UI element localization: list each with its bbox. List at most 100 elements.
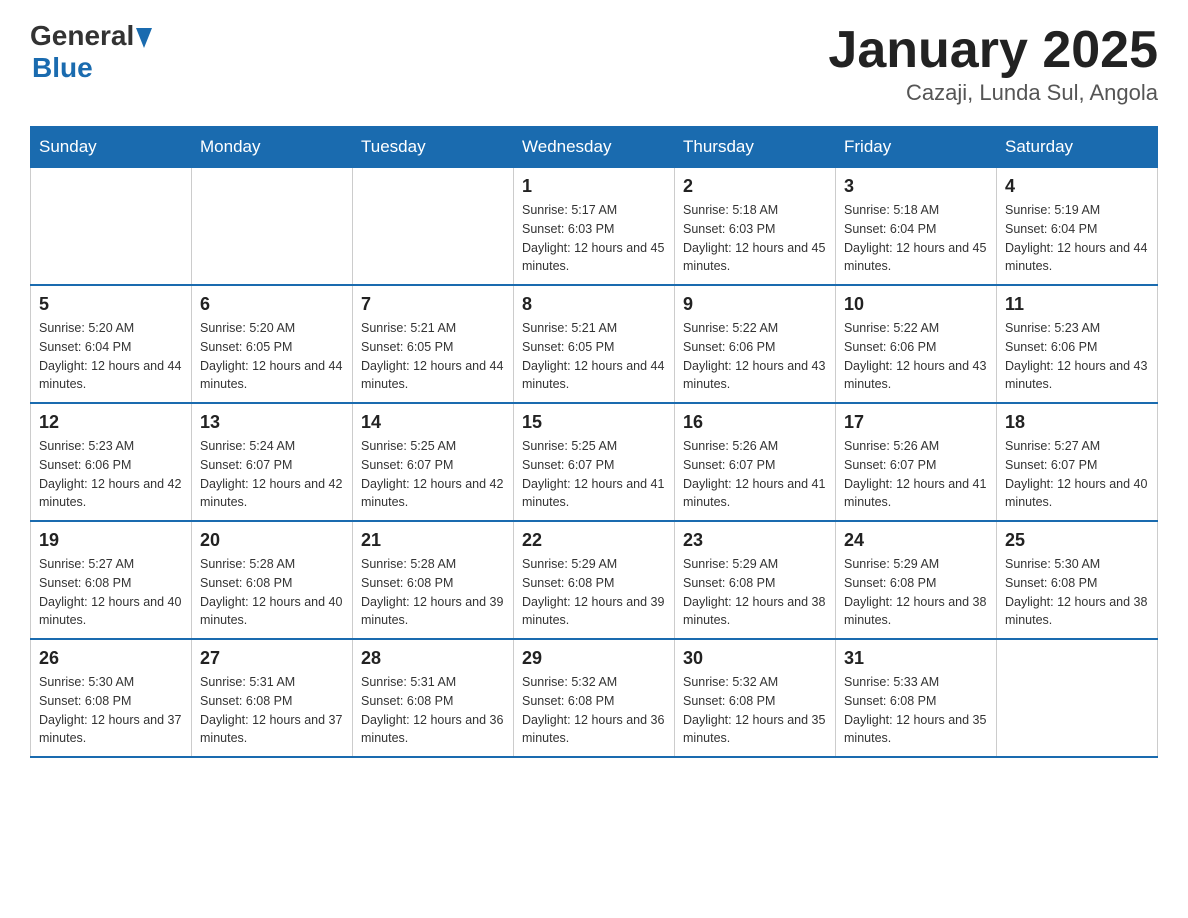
title-block: January 2025 Cazaji, Lunda Sul, Angola [828, 20, 1158, 106]
logo-triangle-icon [136, 28, 152, 48]
day-number: 11 [1005, 294, 1149, 315]
day-number: 15 [522, 412, 666, 433]
day-info: Sunrise: 5:27 AM Sunset: 6:08 PM Dayligh… [39, 555, 183, 630]
day-number: 28 [361, 648, 505, 669]
day-info: Sunrise: 5:29 AM Sunset: 6:08 PM Dayligh… [683, 555, 827, 630]
calendar-cell: 6Sunrise: 5:20 AM Sunset: 6:05 PM Daylig… [192, 285, 353, 403]
calendar-table: Sunday Monday Tuesday Wednesday Thursday… [30, 126, 1158, 758]
day-info: Sunrise: 5:17 AM Sunset: 6:03 PM Dayligh… [522, 201, 666, 276]
calendar-cell [997, 639, 1158, 757]
calendar-week-5: 26Sunrise: 5:30 AM Sunset: 6:08 PM Dayli… [31, 639, 1158, 757]
day-number: 31 [844, 648, 988, 669]
calendar-cell: 2 Sunrise: 5:18 AM Sunset: 6:03 PM Daylig… [675, 168, 836, 286]
calendar-cell: 9Sunrise: 5:22 AM Sunset: 6:06 PM Daylig… [675, 285, 836, 403]
day-info: Sunrise: 5:32 AM Sunset: 6:08 PM Dayligh… [683, 673, 827, 748]
calendar-cell: 26Sunrise: 5:30 AM Sunset: 6:08 PM Dayli… [31, 639, 192, 757]
day-number: 30 [683, 648, 827, 669]
day-info: Sunrise: 5:28 AM Sunset: 6:08 PM Dayligh… [361, 555, 505, 630]
day-number: 27 [200, 648, 344, 669]
day-info: Sunrise: 5:21 AM Sunset: 6:05 PM Dayligh… [361, 319, 505, 394]
day-number: 2 [683, 176, 827, 197]
calendar-cell: 24 Sunrise: 5:29 AM Sunset: 6:08 PM Dayli… [836, 521, 997, 639]
day-info: Sunrise: 5:18 AM Sunset: 6:03 PM Dayligh… [683, 201, 827, 276]
col-sunday: Sunday [31, 127, 192, 168]
calendar-cell [31, 168, 192, 286]
calendar-cell: 16 Sunrise: 5:26 AM Sunset: 6:07 PM Dayli… [675, 403, 836, 521]
day-number: 19 [39, 530, 183, 551]
calendar-cell: 19 Sunrise: 5:27 AM Sunset: 6:08 PM Dayli… [31, 521, 192, 639]
calendar-cell: 23 Sunrise: 5:29 AM Sunset: 6:08 PM Dayli… [675, 521, 836, 639]
day-number: 18 [1005, 412, 1149, 433]
calendar-cell: 11 Sunrise: 5:23 AM Sunset: 6:06 PM Dayli… [997, 285, 1158, 403]
day-number: 12 [39, 412, 183, 433]
day-number: 23 [683, 530, 827, 551]
col-saturday: Saturday [997, 127, 1158, 168]
day-info: Sunrise: 5:28 AM Sunset: 6:08 PM Dayligh… [200, 555, 344, 630]
day-info: Sunrise: 5:33 AM Sunset: 6:08 PM Dayligh… [844, 673, 988, 748]
calendar-cell: 27 Sunrise: 5:31 AM Sunset: 6:08 PM Dayli… [192, 639, 353, 757]
calendar-week-3: 12 Sunrise: 5:23 AM Sunset: 6:06 PM Dayli… [31, 403, 1158, 521]
calendar-cell: 29 Sunrise: 5:32 AM Sunset: 6:08 PM Dayli… [514, 639, 675, 757]
calendar-cell: 13Sunrise: 5:24 AM Sunset: 6:07 PM Dayli… [192, 403, 353, 521]
calendar-cell [353, 168, 514, 286]
location-subtitle: Cazaji, Lunda Sul, Angola [828, 80, 1158, 106]
day-info: Sunrise: 5:25 AM Sunset: 6:07 PM Dayligh… [361, 437, 505, 512]
day-info: Sunrise: 5:29 AM Sunset: 6:08 PM Dayligh… [844, 555, 988, 630]
calendar-cell: 18 Sunrise: 5:27 AM Sunset: 6:07 PM Dayli… [997, 403, 1158, 521]
month-title: January 2025 [828, 20, 1158, 80]
calendar-cell: 12 Sunrise: 5:23 AM Sunset: 6:06 PM Dayli… [31, 403, 192, 521]
day-info: Sunrise: 5:23 AM Sunset: 6:06 PM Dayligh… [1005, 319, 1149, 394]
calendar-cell: 21 Sunrise: 5:28 AM Sunset: 6:08 PM Dayli… [353, 521, 514, 639]
calendar-week-4: 19 Sunrise: 5:27 AM Sunset: 6:08 PM Dayli… [31, 521, 1158, 639]
logo-blue-text: Blue [32, 52, 152, 84]
day-number: 29 [522, 648, 666, 669]
day-number: 21 [361, 530, 505, 551]
calendar-week-2: 5Sunrise: 5:20 AM Sunset: 6:04 PM Daylig… [31, 285, 1158, 403]
day-number: 7 [361, 294, 505, 315]
calendar-cell: 7 Sunrise: 5:21 AM Sunset: 6:05 PM Daylig… [353, 285, 514, 403]
header-row: Sunday Monday Tuesday Wednesday Thursday… [31, 127, 1158, 168]
day-info: Sunrise: 5:25 AM Sunset: 6:07 PM Dayligh… [522, 437, 666, 512]
calendar-cell: 3 Sunrise: 5:18 AM Sunset: 6:04 PM Daylig… [836, 168, 997, 286]
calendar-cell: 31 Sunrise: 5:33 AM Sunset: 6:08 PM Dayli… [836, 639, 997, 757]
calendar-cell: 4Sunrise: 5:19 AM Sunset: 6:04 PM Daylig… [997, 168, 1158, 286]
day-number: 16 [683, 412, 827, 433]
col-monday: Monday [192, 127, 353, 168]
day-info: Sunrise: 5:27 AM Sunset: 6:07 PM Dayligh… [1005, 437, 1149, 512]
calendar-cell: 30 Sunrise: 5:32 AM Sunset: 6:08 PM Dayli… [675, 639, 836, 757]
day-info: Sunrise: 5:31 AM Sunset: 6:08 PM Dayligh… [361, 673, 505, 748]
day-info: Sunrise: 5:18 AM Sunset: 6:04 PM Dayligh… [844, 201, 988, 276]
day-number: 22 [522, 530, 666, 551]
calendar-week-1: 1Sunrise: 5:17 AM Sunset: 6:03 PM Daylig… [31, 168, 1158, 286]
day-info: Sunrise: 5:32 AM Sunset: 6:08 PM Dayligh… [522, 673, 666, 748]
day-number: 5 [39, 294, 183, 315]
logo-general-text: General [30, 20, 134, 52]
calendar-cell: 8Sunrise: 5:21 AM Sunset: 6:05 PM Daylig… [514, 285, 675, 403]
day-info: Sunrise: 5:22 AM Sunset: 6:06 PM Dayligh… [683, 319, 827, 394]
day-info: Sunrise: 5:31 AM Sunset: 6:08 PM Dayligh… [200, 673, 344, 748]
day-number: 4 [1005, 176, 1149, 197]
day-number: 6 [200, 294, 344, 315]
logo: General Blue [30, 20, 152, 84]
day-number: 10 [844, 294, 988, 315]
day-number: 20 [200, 530, 344, 551]
day-info: Sunrise: 5:23 AM Sunset: 6:06 PM Dayligh… [39, 437, 183, 512]
day-info: Sunrise: 5:30 AM Sunset: 6:08 PM Dayligh… [1005, 555, 1149, 630]
calendar-cell: 28 Sunrise: 5:31 AM Sunset: 6:08 PM Dayli… [353, 639, 514, 757]
day-number: 25 [1005, 530, 1149, 551]
calendar-cell: 22Sunrise: 5:29 AM Sunset: 6:08 PM Dayli… [514, 521, 675, 639]
day-number: 24 [844, 530, 988, 551]
calendar-cell: 5Sunrise: 5:20 AM Sunset: 6:04 PM Daylig… [31, 285, 192, 403]
col-wednesday: Wednesday [514, 127, 675, 168]
calendar-cell: 10 Sunrise: 5:22 AM Sunset: 6:06 PM Dayli… [836, 285, 997, 403]
day-number: 3 [844, 176, 988, 197]
day-info: Sunrise: 5:26 AM Sunset: 6:07 PM Dayligh… [683, 437, 827, 512]
day-info: Sunrise: 5:26 AM Sunset: 6:07 PM Dayligh… [844, 437, 988, 512]
day-info: Sunrise: 5:24 AM Sunset: 6:07 PM Dayligh… [200, 437, 344, 512]
calendar-body: 1Sunrise: 5:17 AM Sunset: 6:03 PM Daylig… [31, 168, 1158, 758]
day-info: Sunrise: 5:22 AM Sunset: 6:06 PM Dayligh… [844, 319, 988, 394]
day-number: 14 [361, 412, 505, 433]
calendar-cell [192, 168, 353, 286]
logo-line1: General [30, 20, 152, 52]
calendar-cell: 25 Sunrise: 5:30 AM Sunset: 6:08 PM Dayli… [997, 521, 1158, 639]
